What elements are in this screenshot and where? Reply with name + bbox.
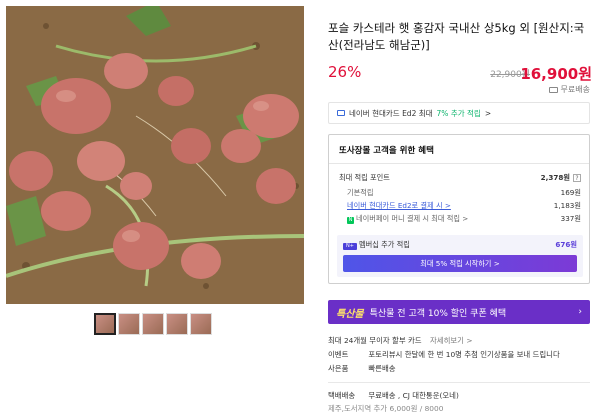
membership-start-button[interactable]: 최대 5% 적립 시작하기 > [343, 255, 577, 272]
membership-box: N+ 멤버십 추가 적립 676원 최대 5% 적립 시작하기 > [337, 235, 583, 277]
card-benefit-banner[interactable]: 네이버 현대카드 Ed2 최대 7% 추가 적립 > [328, 102, 590, 124]
thumbnail-2[interactable] [118, 313, 140, 335]
chevron-right-icon: › [578, 307, 582, 317]
discount-rate: 26% [328, 63, 362, 81]
event-key: 이벤트 [328, 350, 349, 359]
truck-icon [548, 86, 558, 93]
divider [329, 163, 589, 164]
installment-details-link[interactable]: 자세히보기 > [430, 336, 473, 345]
benefit-row[interactable]: 네이버 현대카드 Ed2로 결제 시 > 1,183원 [339, 201, 581, 211]
membership-label: 멤버십 추가 적립 [359, 240, 410, 249]
coupon-logo: 특산물 [336, 308, 364, 320]
help-icon[interactable]: ? [573, 174, 581, 182]
benefit-row-label: 기본적립 [347, 188, 374, 197]
thumbnail-4[interactable] [166, 313, 188, 335]
credit-card-icon [337, 110, 345, 116]
installment-text: 최대 24개월 무이자 할부 카드 [328, 336, 422, 345]
card-banner-arrow: > [484, 108, 492, 118]
benefit-title: 또사장몰 고객을 위한 혜택 [339, 146, 434, 156]
benefit-box: 또사장몰 고객을 위한 혜택 최대 적립 포인트 2,378원? 기본적립 16… [328, 134, 590, 284]
gift-line: 사은품 빠른배송 [328, 363, 396, 374]
membership-value: 676원 [555, 240, 577, 249]
coupon-banner[interactable]: 특산물 특산물 전 고객 10% 할인 쿠폰 혜택 › [328, 300, 590, 324]
product-main-image[interactable] [6, 6, 304, 304]
product-gallery [0, 0, 310, 420]
installment-line: 최대 24개월 무이자 할부 카드 자세히보기 > [328, 335, 473, 346]
benefit-row: 기본적립 169원 [339, 188, 581, 198]
benefit-row-value: 1,183원 [553, 201, 581, 210]
card-banner-highlight: 7% 추가 적립 [436, 108, 481, 118]
delivery-key: 택배배송 [328, 391, 356, 400]
gift-key: 사은품 [328, 364, 349, 373]
naver-pay-icon: N [347, 217, 354, 224]
max-points-row: 최대 적립 포인트 2,378원? [339, 173, 581, 183]
thumbnail-1[interactable] [94, 313, 116, 335]
naver-plus-badge: N+ [343, 243, 357, 250]
coupon-text: 특산물 전 고객 10% 할인 쿠폰 혜택 [369, 308, 507, 319]
divider [328, 382, 590, 383]
max-points-value: 2,378원 [540, 173, 570, 182]
benefit-row-value: 337원 [560, 214, 581, 223]
delivery-extra: 제주,도서지역 추가 6,000원 / 8000 [328, 404, 444, 413]
card-banner-text: 네이버 현대카드 Ed2 최대 [349, 108, 433, 118]
event-line: 이벤트 포토리뷰시 한달에 한 번 10명 추첨 인기상품을 보내 드립니다 [328, 349, 560, 360]
product-title: 포슬 카스테라 햇 홍감자 국내산 상5kg 외 [원산지:국산(전라남도 해남… [328, 21, 585, 52]
thumbnail-strip [94, 313, 212, 335]
event-text: 포토리뷰시 한달에 한 번 10명 추첨 인기상품을 보내 드립니다 [368, 350, 560, 359]
benefit-row-value: 169원 [560, 188, 581, 197]
delivery-text: 무료배송 , CJ 대한통운(오네) [368, 391, 459, 400]
max-points-label: 최대 적립 포인트 [339, 173, 390, 182]
thumbnail-3[interactable] [142, 313, 164, 335]
gift-text: 빠른배송 [368, 364, 396, 373]
benefit-row[interactable]: N 네이버페이 머니 결제 시 최대 적립 > 337원 [339, 214, 581, 224]
benefit-row-label[interactable]: 네이버 현대카드 Ed2로 결제 시 > [339, 201, 451, 211]
thumbnail-5[interactable] [190, 313, 212, 335]
benefit-row-label[interactable]: 네이버페이 머니 결제 시 최대 적립 > [356, 214, 468, 223]
product-info: 포슬 카스테라 햇 홍감자 국내산 상5kg 외 [원산지:국산(전라남도 해남… [320, 0, 592, 420]
final-price: 16,900원 [520, 65, 592, 83]
shipping-info: 무료배송 [548, 84, 590, 95]
shipping-text: 무료배송 [560, 85, 590, 94]
delivery-line: 택배배송 무료배송 , CJ 대한통운(오네) [328, 390, 459, 401]
membership-row: N+ 멤버십 추가 적립 676원 [343, 240, 577, 250]
